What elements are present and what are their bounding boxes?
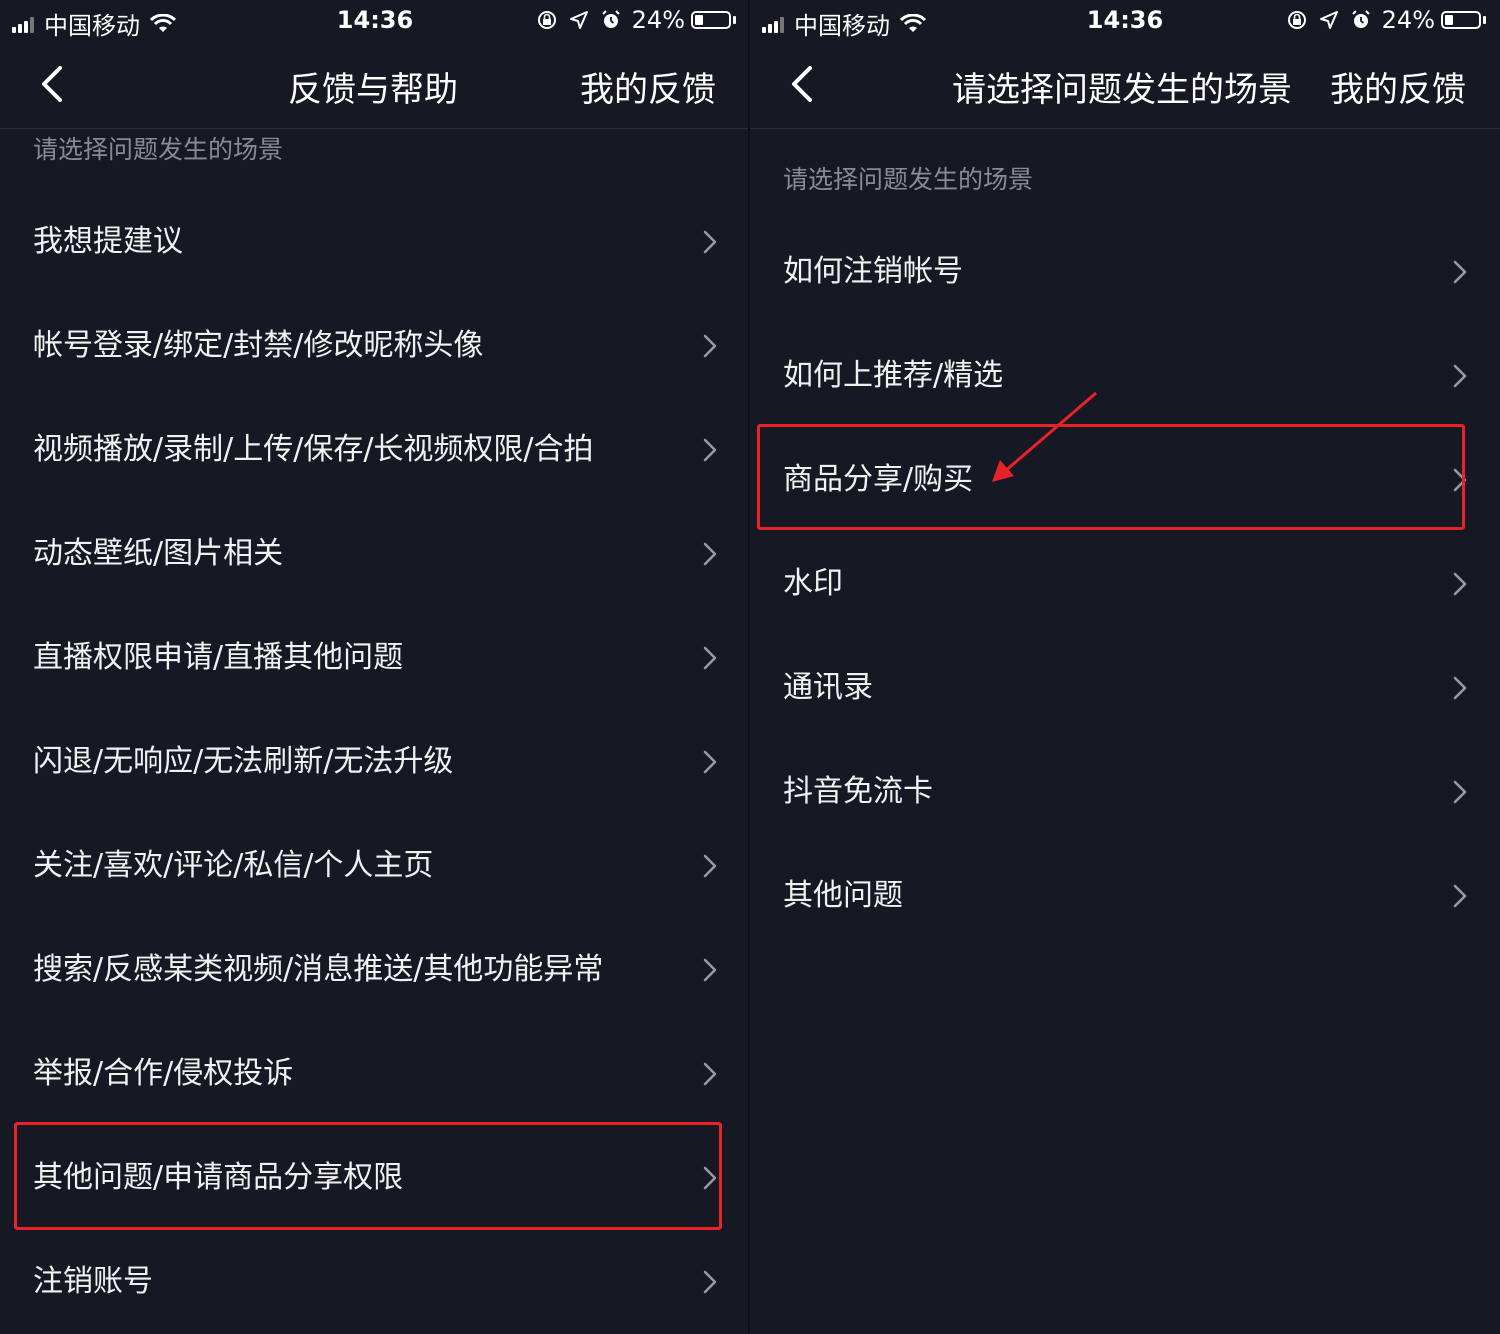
list-item-label: 水印 (783, 566, 843, 601)
chevron-right-icon (1453, 572, 1467, 596)
status-bar: 中国移动 14:36 24% (750, 0, 1500, 42)
list-item-label: 帐号登录/绑定/封禁/修改昵称头像 (33, 328, 484, 363)
section-hint: 请选择问题发生的场景 (783, 165, 1034, 194)
list-item[interactable]: 通讯录 (750, 636, 1500, 740)
battery-percentage: 24% (1381, 6, 1435, 34)
list-item-label: 动态壁纸/图片相关 (33, 536, 284, 571)
chevron-right-icon (703, 230, 717, 254)
list-item-label: 如何上推荐/精选 (783, 358, 1004, 393)
battery-icon (691, 11, 731, 29)
list-item[interactable]: 搜索/反感某类视频/消息推送/其他功能异常 (0, 918, 750, 1022)
chevron-right-icon (703, 438, 717, 462)
list-item[interactable]: 其他问题 (750, 844, 1500, 948)
scene-select-screen: 中国移动 14:36 24% 请选择问题发生的场景 我的反馈 请选择问题发生的场… (750, 0, 1500, 1334)
chevron-left-icon[interactable] (36, 64, 66, 104)
chevron-right-icon (1453, 676, 1467, 700)
list-item-label: 关注/喜欢/评论/私信/个人主页 (33, 848, 434, 883)
alarm-icon (1351, 10, 1370, 28)
list-item[interactable]: 抖音免流卡 (750, 740, 1500, 844)
list-item-label: 如何注销帐号 (783, 254, 963, 289)
list-item[interactable]: 我想提建议 (0, 190, 750, 294)
list-item[interactable]: 举报/合作/侵权投诉 (0, 1022, 750, 1126)
list-item[interactable]: 关注/喜欢/评论/私信/个人主页 (0, 814, 750, 918)
list-item[interactable]: 水印 (750, 532, 1500, 636)
location-arrow-icon (1319, 11, 1338, 29)
chevron-right-icon (1453, 260, 1467, 284)
annotation-arrow-icon (992, 391, 1097, 482)
chevron-right-icon (703, 958, 717, 982)
highlight-box (757, 424, 1465, 530)
list-item[interactable]: 动态壁纸/图片相关 (0, 502, 750, 606)
my-feedback-button[interactable]: 我的反馈 (580, 62, 716, 111)
page-title: 请选择问题发生的场景 (952, 70, 1292, 110)
list-item-label: 举报/合作/侵权投诉 (33, 1056, 294, 1091)
chevron-right-icon (703, 334, 717, 358)
list-item[interactable]: 注销账号 (0, 1230, 750, 1334)
chevron-left-icon[interactable] (786, 64, 816, 104)
battery-percentage: 24% (631, 6, 685, 34)
chevron-right-icon (703, 542, 717, 566)
navigation-bar: 请选择问题发生的场景 我的反馈 (750, 42, 1500, 129)
chevron-right-icon (1453, 364, 1467, 388)
list-item[interactable]: 如何注销帐号 (750, 220, 1500, 324)
list-item[interactable]: 直播权限申请/直播其他问题 (0, 606, 750, 710)
orientation-lock-icon (1287, 11, 1306, 29)
list-item-label: 注销账号 (33, 1264, 153, 1299)
my-feedback-button[interactable]: 我的反馈 (1330, 62, 1466, 111)
battery-icon (1441, 11, 1481, 29)
list-item-label: 视频播放/录制/上传/保存/长视频权限/合拍 (33, 432, 594, 467)
list-item-label: 闪退/无响应/无法刷新/无法升级 (33, 744, 454, 779)
page-title: 反馈与帮助 (288, 70, 458, 110)
chevron-right-icon (703, 646, 717, 670)
list-item-label: 我想提建议 (33, 224, 183, 259)
section-hint: 请选择问题发生的场景 (33, 135, 284, 164)
list-item-label: 通讯录 (783, 670, 873, 705)
chevron-right-icon (1453, 884, 1467, 908)
alarm-icon (601, 10, 620, 28)
list-item-label: 其他问题 (783, 878, 903, 913)
status-bar: 中国移动 14:36 24% (0, 0, 750, 42)
list-item-label: 搜索/反感某类视频/消息推送/其他功能异常 (33, 952, 604, 987)
chevron-right-icon (703, 1270, 717, 1294)
list-item[interactable]: 如何上推荐/精选 (750, 324, 1500, 428)
location-arrow-icon (569, 11, 588, 29)
list-item-label: 抖音免流卡 (783, 774, 933, 809)
feedback-help-screen: 中国移动 14:36 24% 反馈与帮助 我的反馈 请选择问题发生的场景 我想提… (0, 0, 750, 1334)
list-item[interactable]: 视频播放/录制/上传/保存/长视频权限/合拍 (0, 398, 750, 502)
list-item[interactable]: 闪退/无响应/无法刷新/无法升级 (0, 710, 750, 814)
navigation-bar: 反馈与帮助 我的反馈 (0, 42, 750, 129)
chevron-right-icon (703, 1062, 717, 1086)
chevron-right-icon (703, 750, 717, 774)
list-item[interactable]: 帐号登录/绑定/封禁/修改昵称头像 (0, 294, 750, 398)
list-item-label: 直播权限申请/直播其他问题 (33, 640, 404, 675)
highlight-box (14, 1122, 722, 1230)
chevron-right-icon (703, 854, 717, 878)
chevron-right-icon (1453, 780, 1467, 804)
orientation-lock-icon (537, 11, 556, 29)
